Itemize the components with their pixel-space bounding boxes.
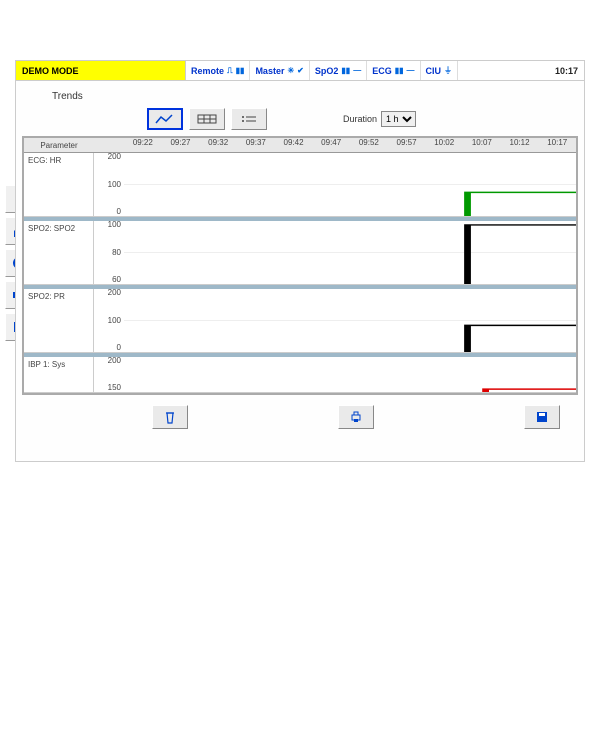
plot-spo2 [124, 221, 576, 285]
signal-icon: ▮▮ [395, 66, 404, 75]
signal-icon: ▮▮ [236, 66, 245, 75]
topbar: DEMO MODE Remote⎍▮▮ Master✳✔ SpO2▮▮— ECG… [16, 61, 584, 81]
status-ecg[interactable]: ECG▮▮— [367, 61, 420, 80]
view-toolbar: Duration 1 h [147, 108, 578, 130]
plug-icon: ⏚ [444, 65, 452, 76]
content-area: Trends Duration 1 h Parameter ECG: HR SP… [16, 81, 584, 461]
param-spo2-label: SPO2: SPO2 [24, 221, 94, 285]
time-axis: 09:2209:2709:3209:3709:4209:4709:5209:57… [124, 138, 576, 153]
wireless-icon: ⎍ [227, 66, 233, 76]
view-list-button[interactable] [231, 108, 267, 130]
view-table-button[interactable] [189, 108, 225, 130]
axis-spo2: 1008060 [94, 221, 124, 285]
demo-mode-badge: DEMO MODE [16, 61, 186, 80]
save-button[interactable] [524, 405, 560, 429]
page-title: Trends [52, 91, 578, 102]
axis-ibp: 200150 [94, 357, 124, 393]
main-window: DEMO MODE Remote⎍▮▮ Master✳✔ SpO2▮▮— ECG… [15, 60, 585, 462]
star-icon: ✳ [287, 66, 294, 75]
param-ibp-label: IBP 1: Sys [24, 357, 94, 393]
axis-ecg: 2001000 [94, 153, 124, 217]
plot-pr [124, 289, 576, 353]
status-master[interactable]: Master✳✔ [250, 61, 309, 80]
status-ciu[interactable]: CIU⏚ [421, 61, 459, 80]
plot-ecg [124, 153, 576, 217]
dash-icon: — [407, 66, 415, 75]
view-graph-button[interactable] [147, 108, 183, 130]
chart-area: Parameter ECG: HR SPO2: SPO2 SPO2: PR IB… [22, 136, 578, 395]
clock: 10:17 [549, 61, 584, 80]
duration-control: Duration 1 h [343, 111, 416, 127]
print-button[interactable] [338, 405, 374, 429]
duration-label: Duration [343, 114, 377, 124]
status-spo2[interactable]: SpO2▮▮— [310, 61, 367, 80]
footer-toolbar [22, 395, 578, 437]
signal-icon: ▮▮ [341, 66, 350, 75]
dash-icon: — [353, 66, 361, 75]
delete-button[interactable] [152, 405, 188, 429]
status-remote[interactable]: Remote⎍▮▮ [186, 61, 250, 80]
param-ecg-label: ECG: HR [24, 153, 94, 217]
axis-pr: 2001000 [94, 289, 124, 353]
duration-select[interactable]: 1 h [381, 111, 416, 127]
param-header: Parameter [24, 138, 94, 153]
check-icon: ✔ [297, 66, 304, 75]
param-pr-label: SPO2: PR [24, 289, 94, 353]
plot-ibp [124, 357, 576, 393]
